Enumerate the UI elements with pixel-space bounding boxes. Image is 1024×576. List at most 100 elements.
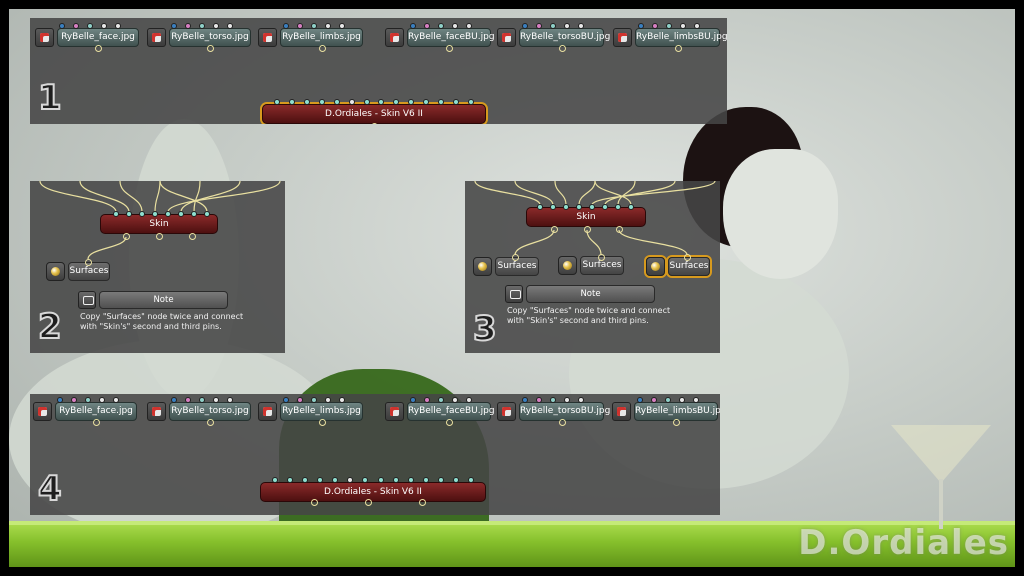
texture-output-pin[interactable] (95, 45, 102, 52)
skin-shader-node[interactable]: D.Ordiales - Skin V6 II (260, 482, 486, 502)
skin-input-pin[interactable] (178, 211, 184, 217)
texture-node-torso-bu[interactable]: RyBelle_torsoBU.jpg (497, 402, 610, 421)
shader-input-pin[interactable] (348, 99, 355, 105)
skin-input-pin[interactable] (191, 211, 197, 217)
surfaces-node-1[interactable]: Surfaces (473, 257, 539, 276)
texture-input-pin[interactable] (423, 397, 430, 403)
skin-input-pin[interactable] (615, 204, 621, 210)
skin-output-pin[interactable] (551, 226, 558, 233)
shader-input-pin[interactable] (377, 477, 384, 483)
texture-node-limbs[interactable]: RyBelle_limbs.jpg (258, 28, 363, 47)
surfaces-node[interactable]: Surfaces (46, 262, 110, 281)
texture-input-pin[interactable] (310, 23, 317, 29)
texture-input-pin[interactable] (437, 397, 444, 403)
texture-input-pin[interactable] (310, 397, 317, 403)
texture-input-pin[interactable] (465, 397, 472, 403)
skin-output-pin[interactable] (156, 233, 163, 240)
texture-input-pin[interactable] (282, 397, 289, 403)
skin-input-pin[interactable] (126, 211, 132, 217)
skin-output-pin[interactable] (189, 233, 196, 240)
texture-output-pin[interactable] (207, 419, 214, 426)
skin-input-pin[interactable] (602, 204, 608, 210)
texture-input-pin[interactable] (324, 23, 331, 29)
shader-output-pin[interactable] (311, 499, 318, 506)
texture-input-pin[interactable] (409, 397, 416, 403)
texture-node-torso[interactable]: RyBelle_torso.jpg (147, 402, 251, 421)
texture-input-pin[interactable] (678, 397, 685, 403)
skin-output-pin[interactable] (584, 226, 591, 233)
texture-node-face[interactable]: RyBelle_face.jpg (35, 28, 139, 47)
texture-output-pin[interactable] (558, 45, 566, 52)
texture-input-pin[interactable] (451, 23, 458, 29)
texture-input-pin[interactable] (636, 397, 643, 403)
shader-input-pin[interactable] (468, 477, 474, 483)
shader-input-pin[interactable] (363, 99, 370, 105)
texture-input-pin[interactable] (465, 23, 472, 29)
texture-output-pin[interactable] (673, 419, 680, 426)
shader-input-pin[interactable] (274, 99, 280, 105)
texture-node-face-bu[interactable]: RyBelle_faceBU.jpg (385, 28, 495, 47)
skin-output-pin[interactable] (123, 233, 130, 240)
shader-output-pin[interactable] (371, 123, 378, 124)
texture-input-pin[interactable] (296, 23, 303, 29)
texture-node-torso-bu[interactable]: RyBelle_torsoBU.jpg (497, 28, 610, 47)
texture-output-pin[interactable] (318, 45, 326, 52)
texture-input-pin[interactable] (324, 397, 331, 403)
note-node[interactable]: Note (78, 291, 228, 309)
shader-input-pin[interactable] (392, 477, 399, 483)
surfaces-input-pin[interactable] (85, 259, 92, 266)
texture-input-pin[interactable] (282, 23, 289, 29)
texture-input-pin[interactable] (423, 23, 430, 29)
texture-output-pin[interactable] (318, 419, 326, 426)
skin-input-pin[interactable] (563, 204, 569, 210)
surfaces-node-2[interactable]: Surfaces (558, 256, 624, 275)
texture-node-limbs[interactable]: RyBelle_limbs.jpg (258, 402, 363, 421)
texture-node-face-bu[interactable]: RyBelle_faceBU.jpg (385, 402, 495, 421)
skin-input-pin[interactable] (537, 204, 543, 210)
skin-node[interactable]: Skin (100, 214, 218, 234)
shader-input-pin[interactable] (303, 99, 310, 105)
skin-input-pin[interactable] (139, 211, 145, 217)
texture-node-face[interactable]: RyBelle_face.jpg (33, 402, 137, 421)
shader-input-pin[interactable] (318, 99, 325, 105)
skin-node[interactable]: Skin (526, 207, 646, 227)
skin-input-pin[interactable] (550, 204, 556, 210)
skin-input-pin[interactable] (204, 211, 210, 217)
shader-input-pin[interactable] (407, 477, 414, 483)
surfaces-input-pin[interactable] (598, 254, 605, 261)
shader-input-pin[interactable] (437, 477, 444, 483)
shader-input-pin[interactable] (422, 477, 429, 483)
texture-input-pin[interactable] (692, 397, 699, 403)
texture-input-pin[interactable] (338, 23, 345, 29)
texture-output-pin[interactable] (674, 45, 682, 52)
texture-output-pin[interactable] (207, 45, 214, 52)
texture-input-pin[interactable] (451, 397, 458, 403)
skin-input-pin[interactable] (113, 211, 119, 217)
skin-input-pin[interactable] (589, 204, 595, 210)
texture-input-pin[interactable] (338, 397, 345, 403)
texture-node-torso[interactable]: RyBelle_torso.jpg (147, 28, 251, 47)
texture-node-limbs-bu[interactable]: RyBelle_limbsBU.jpg (613, 28, 727, 47)
shader-input-pin[interactable] (468, 99, 474, 105)
surfaces-input-pin[interactable] (512, 254, 519, 261)
shader-input-pin[interactable] (333, 99, 340, 105)
texture-input-pin[interactable] (650, 397, 657, 403)
shader-input-pin[interactable] (452, 477, 459, 483)
shader-output-pin[interactable] (365, 499, 372, 506)
shader-output-pin[interactable] (419, 499, 426, 506)
surfaces-node-3[interactable]: Surfaces (646, 257, 710, 276)
texture-input-pin[interactable] (437, 23, 444, 29)
texture-input-pin[interactable] (409, 23, 416, 29)
shader-input-pin[interactable] (272, 477, 278, 483)
texture-output-pin[interactable] (93, 419, 100, 426)
skin-output-pin[interactable] (616, 226, 623, 233)
shader-input-pin[interactable] (288, 99, 295, 105)
skin-input-pin[interactable] (576, 204, 582, 210)
texture-input-pin[interactable] (296, 397, 303, 403)
texture-output-pin[interactable] (558, 419, 566, 426)
texture-output-pin[interactable] (446, 419, 453, 426)
skin-input-pin[interactable] (628, 204, 634, 210)
note-node[interactable]: Note (505, 285, 655, 303)
skin-input-pin[interactable] (152, 211, 158, 217)
texture-node-limbs-bu[interactable]: RyBelle_limbsBU.jpg (612, 402, 720, 421)
